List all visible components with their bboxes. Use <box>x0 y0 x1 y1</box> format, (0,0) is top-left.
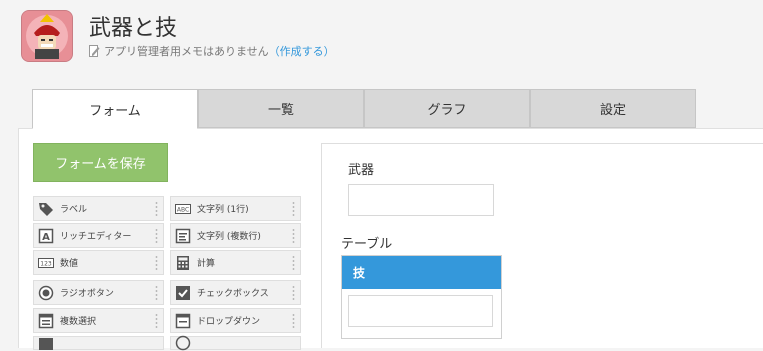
app-icon <box>21 10 73 62</box>
app-memo: アプリ管理者用メモはありません （作成する） <box>89 43 335 59</box>
palette-item-multi-select[interactable]: 複数選択 <box>33 308 164 333</box>
palette-item-label[interactable]: ラベル <box>33 196 164 221</box>
drag-handle-icon[interactable] <box>154 201 159 217</box>
rich-text-icon: A <box>38 228 54 244</box>
drag-handle-icon[interactable] <box>291 255 296 271</box>
memo-edit-icon <box>89 45 100 57</box>
drag-handle-icon[interactable] <box>154 228 159 244</box>
drag-handle-icon[interactable] <box>291 285 296 301</box>
palette-item-rich-editor[interactable]: A リッチエディター <box>33 223 164 248</box>
table-column-header: 技 <box>342 256 501 289</box>
create-memo-link[interactable]: （作成する） <box>269 43 335 59</box>
palette-item-number[interactable]: 123 数値 <box>33 250 164 275</box>
palette-item-text: 計算 <box>197 259 216 269</box>
weapon-field[interactable] <box>348 184 494 216</box>
field-label-weapon: 武器 <box>348 163 375 178</box>
table-label: テーブル <box>341 237 393 252</box>
dropdown-icon <box>175 313 191 329</box>
svg-text:ABC: ABC <box>177 206 189 213</box>
palette-item-single-line-text[interactable]: ABC 文字列 (1行) <box>170 196 301 221</box>
palette-item-text: リッチエディター <box>60 232 132 242</box>
number-icon: 123 <box>38 255 54 271</box>
palette-item-text: 文字列 (複数行) <box>197 232 261 242</box>
save-form-button[interactable]: フォームを保存 <box>33 143 168 182</box>
palette-item-text: 文字列 (1行) <box>197 205 249 215</box>
clock-icon <box>175 335 191 351</box>
palette-item-partial-date[interactable] <box>33 336 164 350</box>
tab-form[interactable]: フォーム <box>32 89 198 129</box>
drag-handle-icon[interactable] <box>154 285 159 301</box>
tab-graph[interactable]: グラフ <box>364 89 530 128</box>
app-title: 武器と技 <box>89 16 178 41</box>
drag-handle-icon[interactable] <box>154 255 159 271</box>
multi-select-icon <box>38 313 54 329</box>
checkbox-icon <box>175 285 191 301</box>
tab-settings[interactable]: 設定 <box>530 89 696 128</box>
palette-item-calculated[interactable]: 計算 <box>170 250 301 275</box>
tab-list[interactable]: 一覧 <box>198 89 364 128</box>
palette-item-checkbox[interactable]: チェックボックス <box>170 280 301 305</box>
palette-item-text: ラジオボタン <box>60 289 114 299</box>
drag-handle-icon[interactable] <box>154 313 159 329</box>
palette-item-text: 数値 <box>60 259 79 269</box>
palette-item-multi-line-text[interactable]: 文字列 (複数行) <box>170 223 301 248</box>
palette-item-text: チェックボックス <box>197 289 269 299</box>
tag-icon <box>38 201 54 217</box>
abc-icon: ABC <box>175 201 191 217</box>
calculator-icon <box>175 255 191 271</box>
palette-item-radio-button[interactable]: ラジオボタン <box>33 280 164 305</box>
table-cell-input[interactable] <box>348 295 493 327</box>
drag-handle-icon[interactable] <box>291 228 296 244</box>
multiline-text-icon <box>175 228 191 244</box>
svg-text:A: A <box>42 232 50 243</box>
palette-item-text: 複数選択 <box>60 317 97 327</box>
radio-icon <box>38 285 54 301</box>
drag-handle-icon[interactable] <box>291 313 296 329</box>
palette-item-partial-time[interactable] <box>170 335 301 351</box>
memo-text: アプリ管理者用メモはありません <box>104 45 269 58</box>
palette-item-text: ラベル <box>60 205 88 215</box>
drag-handle-icon[interactable] <box>291 201 296 217</box>
svg-text:123: 123 <box>40 260 52 267</box>
palette-item-dropdown[interactable]: ドロップダウン <box>170 308 301 333</box>
calendar-icon <box>38 335 54 351</box>
palette-item-text: ドロップダウン <box>197 317 261 327</box>
